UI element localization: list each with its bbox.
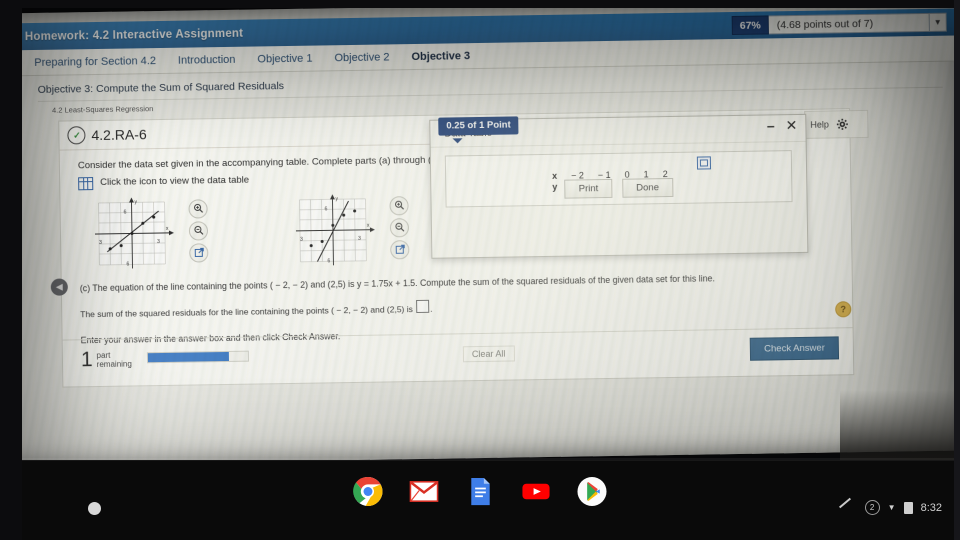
print-button[interactable]: Print xyxy=(564,178,613,199)
part-c-answer-period: . xyxy=(430,303,433,314)
svg-text:3: 3 xyxy=(99,239,102,245)
points-badge: 0.25 of 1 Point xyxy=(438,116,519,136)
svg-text:6: 6 xyxy=(327,258,330,264)
open-in-new-window-icon[interactable] xyxy=(390,239,410,259)
minimize-icon[interactable]: – xyxy=(767,117,775,133)
tab-objective-1[interactable]: Objective 1 xyxy=(246,52,323,65)
browser-viewport: Homework: 4.2 Interactive Assignment 67%… xyxy=(0,0,960,466)
clear-all-button[interactable]: Clear All xyxy=(462,345,515,363)
zoom-out-icon[interactable] xyxy=(188,220,209,241)
tab-objective-2[interactable]: Objective 2 xyxy=(323,51,400,64)
tab-objective-3[interactable]: Objective 3 xyxy=(400,49,481,63)
part-c-answer-prompt: The sum of the squared residuals for the… xyxy=(80,303,413,319)
graph-option-a[interactable]: y x 6 3 3 6 xyxy=(92,195,209,271)
graph-option-b[interactable]: y x 6 3 3 6 xyxy=(293,192,410,268)
chromeos-shelf: 2 ▼ 8:32 xyxy=(0,458,960,540)
graph-b-tools xyxy=(389,192,410,259)
parts-remaining-label: part remaining xyxy=(97,350,132,369)
scatter-plot-a[interactable]: y x 6 3 3 6 xyxy=(92,195,179,270)
points-badge-arrow xyxy=(452,138,463,144)
gear-icon[interactable] xyxy=(836,118,848,130)
open-in-new-window-icon[interactable] xyxy=(189,242,209,263)
launcher-icon[interactable] xyxy=(88,502,101,515)
homework-title: Homework: 4.2 Interactive Assignment xyxy=(24,27,244,43)
parts-remaining-count: 1 xyxy=(80,348,93,372)
data-table-dialog: Data Table – ✕ 0.25 of 1 Point x − 2 − 1 xyxy=(429,113,809,259)
screen-bezel-top xyxy=(0,0,960,8)
help-toolbar: Help xyxy=(804,109,869,139)
chevron-down-icon[interactable]: ▼ xyxy=(929,12,947,32)
score-percent: 67% xyxy=(731,15,769,36)
section-label: 4.2 Least-Squares Regression xyxy=(51,104,154,115)
svg-text:3: 3 xyxy=(157,239,160,245)
copy-icon[interactable] xyxy=(696,156,712,170)
zoom-in-icon[interactable] xyxy=(389,195,409,215)
stylus-icon[interactable] xyxy=(838,497,852,509)
chevron-down-icon[interactable]: ▼ xyxy=(888,503,896,512)
close-icon[interactable]: ✕ xyxy=(785,117,797,133)
svg-text:6: 6 xyxy=(325,206,328,212)
svg-text:3: 3 xyxy=(300,236,303,242)
parts-remaining: 1 part remaining xyxy=(81,347,132,372)
data-table-icon[interactable] xyxy=(78,176,94,191)
svg-text:6: 6 xyxy=(124,209,127,215)
parts-remaining-label-line2: remaining xyxy=(96,359,132,370)
youtube-app-icon[interactable] xyxy=(521,476,552,507)
svg-text:6: 6 xyxy=(126,261,129,267)
progress-bar xyxy=(146,350,250,364)
gmail-app-icon[interactable] xyxy=(409,476,440,507)
score-indicator[interactable]: 67% (4.68 points out of 7) ▼ xyxy=(731,12,947,36)
answer-input[interactable] xyxy=(416,299,430,313)
check-cross-icon: ✓ xyxy=(67,126,86,145)
svg-text:3: 3 xyxy=(358,235,361,241)
zoom-out-icon[interactable] xyxy=(389,217,410,237)
dialog-window-controls: – ✕ xyxy=(767,117,798,133)
clock[interactable]: 8:32 xyxy=(921,502,942,514)
scatter-plot-b[interactable]: y x 6 3 3 6 xyxy=(293,192,380,267)
tab-preparing-for-section[interactable]: Preparing for Section 4.2 xyxy=(23,54,167,69)
done-button[interactable]: Done xyxy=(622,177,674,198)
data-table-hint-label: Click the icon to view the data table xyxy=(100,174,250,189)
objective-heading: Objective 3: Compute the Sum of Squared … xyxy=(37,80,285,96)
play-store-app-icon[interactable] xyxy=(577,476,608,507)
svg-text:x: x xyxy=(166,225,169,231)
help-button[interactable]: Help xyxy=(805,120,829,130)
shelf-app-icons xyxy=(353,476,608,507)
check-answer-button[interactable]: Check Answer xyxy=(749,336,840,361)
desk-surface xyxy=(840,390,960,460)
score-points: (4.68 points out of 7) xyxy=(768,12,930,35)
dialog-body: x − 2 − 1 0 1 2 y − 2 − 1 2 4 xyxy=(431,142,807,208)
screen-bezel-right xyxy=(954,0,960,540)
laptop-screen-photo: Homework: 4.2 Interactive Assignment 67%… xyxy=(0,0,960,540)
zoom-in-icon[interactable] xyxy=(188,198,208,219)
svg-text:x: x xyxy=(367,222,370,228)
part-c-answer-line: The sum of the squared residuals for the… xyxy=(80,293,840,319)
graph-a-tools xyxy=(188,195,209,263)
part-c-question: (c) The equation of the line containing … xyxy=(79,272,715,293)
exercise-id: 4.2.RA-6 xyxy=(91,126,147,144)
screen-bezel-left xyxy=(0,0,22,540)
tab-introduction[interactable]: Introduction xyxy=(167,53,247,66)
docs-app-icon[interactable] xyxy=(465,476,496,507)
battery-icon[interactable] xyxy=(903,501,913,514)
notification-count-badge[interactable]: 2 xyxy=(864,500,880,515)
progress-bar-fill xyxy=(147,351,229,363)
shelf-edge xyxy=(0,458,960,461)
system-tray[interactable]: 2 ▼ 8:32 xyxy=(864,500,942,515)
chrome-app-icon[interactable] xyxy=(353,476,384,507)
